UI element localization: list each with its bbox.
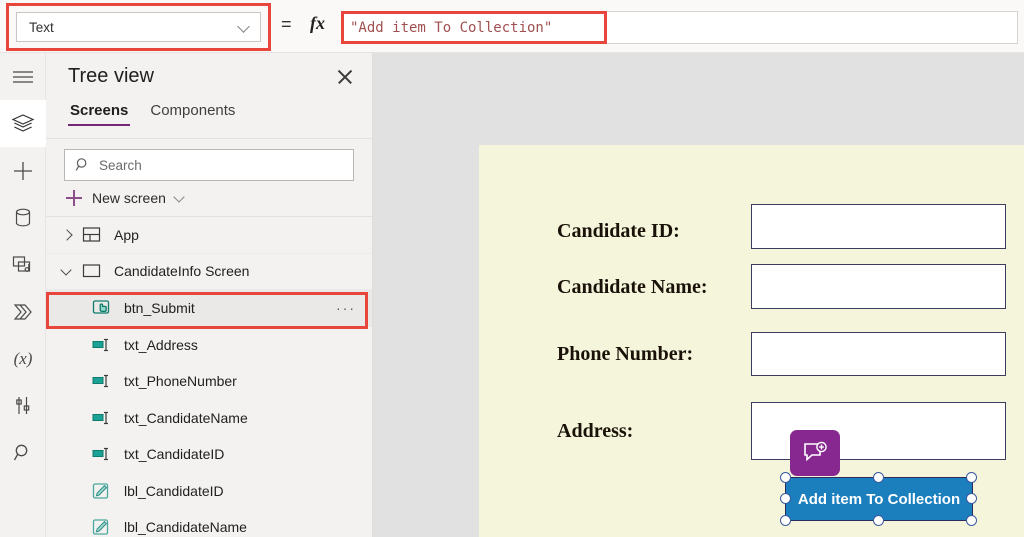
resize-handle-middle-right[interactable]: [966, 493, 977, 504]
add-comment-icon[interactable]: [790, 430, 840, 476]
plus-icon: [66, 190, 82, 206]
panel-title: Tree view: [68, 65, 154, 87]
tree-node-txt-candidateid[interactable]: txt_CandidateID: [46, 436, 372, 473]
label-candidate-name: Candidate Name:: [557, 276, 708, 298]
input-phone-number[interactable]: [751, 332, 1006, 376]
power-automate-icon[interactable]: [0, 288, 46, 335]
tree-node-label: CandidateInfo Screen: [114, 263, 250, 280]
formula-toolbar: Text = fx "Add item To Collection": [0, 0, 1024, 53]
tree-view-icon[interactable]: [0, 100, 46, 147]
formula-input[interactable]: "Add item To Collection": [341, 11, 1018, 44]
button-control-icon: [92, 299, 114, 318]
tree-node-label: txt_CandidateID: [124, 446, 225, 463]
textinput-control-icon: [92, 373, 114, 389]
tree-node-label: btn_Submit: [124, 300, 195, 317]
tree-node-txt-candidatename[interactable]: txt_CandidateName: [46, 400, 372, 437]
close-icon[interactable]: [332, 64, 358, 90]
tree-view-header: Tree view: [46, 53, 372, 100]
tree-node-app[interactable]: App: [46, 217, 372, 254]
label-address: Address:: [557, 420, 634, 442]
search-container: Search: [46, 139, 372, 181]
settings-tools-icon[interactable]: [0, 382, 46, 429]
tree-node-label: App: [114, 226, 139, 243]
powerapps-studio: Text = fx "Add item To Collection" (x) T…: [0, 0, 1024, 537]
media-icon[interactable]: [0, 241, 46, 288]
equals-sign: =: [281, 14, 292, 34]
label-control-icon: [92, 482, 114, 500]
property-dropdown[interactable]: Text: [16, 12, 261, 42]
tree-view-panel: Tree view Screens Components Search New …: [46, 53, 373, 537]
tree-node-list: App CandidateInfo Screen btn_Submit ···: [46, 216, 372, 537]
chevron-right-icon[interactable]: [60, 228, 74, 242]
resize-handle-bottom-left[interactable]: [780, 515, 791, 526]
new-screen-label: New screen: [92, 190, 166, 206]
overflow-menu-icon[interactable]: ···: [336, 300, 356, 316]
data-icon[interactable]: [0, 194, 46, 241]
chevron-down-icon: [238, 20, 252, 34]
property-dropdown-value: Text: [29, 19, 54, 35]
tree-node-label: lbl_CandidateID: [124, 482, 224, 499]
chevron-down-icon[interactable]: [60, 264, 74, 278]
fx-icon: fx: [310, 13, 325, 33]
tree-node-label: txt_Address: [124, 336, 198, 353]
tree-node-lbl-candidateid[interactable]: lbl_CandidateID: [46, 473, 372, 510]
button-label: Add item To Collection: [797, 490, 961, 508]
tree-node-txt-phonenumber[interactable]: txt_PhoneNumber: [46, 363, 372, 400]
hamburger-menu-icon[interactable]: [0, 53, 46, 100]
chevron-down-icon: [174, 192, 186, 204]
textinput-control-icon: [92, 410, 114, 426]
new-screen-button[interactable]: New screen: [46, 181, 372, 216]
resize-handle-bottom-right[interactable]: [966, 515, 977, 526]
screen-icon: [82, 263, 104, 279]
search-icon[interactable]: [0, 429, 46, 476]
resize-handle-middle-left[interactable]: [780, 493, 791, 504]
textinput-control-icon: [92, 337, 114, 353]
tree-node-btn-submit[interactable]: btn_Submit ···: [46, 290, 372, 327]
label-phone-number: Phone Number:: [557, 343, 694, 365]
tree-node-candidateinfo-screen[interactable]: CandidateInfo Screen: [46, 254, 372, 290]
left-icon-rail: (x): [0, 53, 46, 537]
input-candidate-name[interactable]: [751, 264, 1006, 309]
insert-icon[interactable]: [0, 147, 46, 194]
textinput-control-icon: [92, 446, 114, 462]
resize-handle-top-center[interactable]: [873, 472, 884, 483]
resize-handle-top-left[interactable]: [780, 472, 791, 483]
label-candidate-id: Candidate ID:: [557, 220, 680, 242]
tree-view-tabs: Screens Components: [46, 100, 372, 138]
selected-control-button[interactable]: Add item To Collection: [785, 477, 973, 521]
variables-icon[interactable]: (x): [0, 335, 46, 382]
tree-node-txt-address[interactable]: txt_Address: [46, 327, 372, 364]
search-input[interactable]: Search: [64, 149, 354, 181]
resize-handle-bottom-center[interactable]: [873, 515, 884, 526]
tree-node-label: txt_PhoneNumber: [124, 373, 237, 390]
formula-text: "Add item To Collection": [350, 19, 553, 36]
app-grid-icon: [82, 225, 104, 244]
input-candidate-id[interactable]: [751, 204, 1006, 249]
tree-node-label: txt_CandidateName: [124, 409, 248, 426]
resize-handle-top-right[interactable]: [966, 472, 977, 483]
label-control-icon: [92, 518, 114, 536]
search-placeholder: Search: [99, 157, 142, 173]
tab-components[interactable]: Components: [148, 100, 237, 126]
tree-node-lbl-candidatename[interactable]: lbl_CandidateName: [46, 509, 372, 537]
search-icon: [75, 157, 91, 173]
tree-node-label: lbl_CandidateName: [124, 519, 247, 536]
tab-screens[interactable]: Screens: [68, 100, 131, 126]
